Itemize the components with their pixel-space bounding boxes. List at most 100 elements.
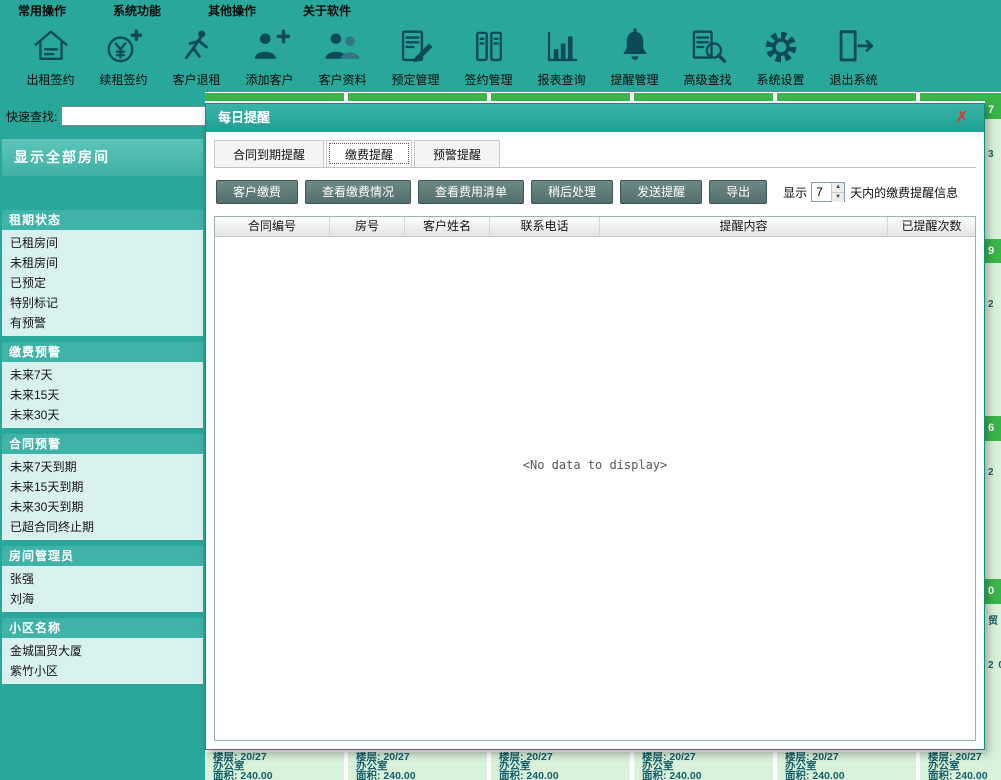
toolbar-renew-sign[interactable]: 续租签约 bbox=[87, 20, 160, 92]
menu-about[interactable]: 关于软件 bbox=[303, 2, 351, 19]
sidebar-item[interactable]: 未租房间 bbox=[2, 253, 203, 273]
toolbar-label: 系统设置 bbox=[756, 73, 804, 87]
column-customer-name[interactable]: 客户姓名 bbox=[405, 217, 490, 236]
toolbar-exit-system[interactable]: 退出系统 bbox=[817, 20, 890, 92]
toolbar-add-customer[interactable]: 添加客户 bbox=[233, 20, 306, 92]
menu-other-operations[interactable]: 其他操作 bbox=[208, 2, 256, 19]
days-label: 显示 bbox=[783, 184, 807, 201]
days-value[interactable]: 7 bbox=[812, 183, 831, 201]
dialog-titlebar: 每日提醒 ✗ bbox=[206, 104, 984, 132]
sidebar-item[interactable]: 未来7天 bbox=[2, 365, 203, 385]
sidebar-item[interactable]: 未来15天到期 bbox=[2, 477, 203, 497]
bell-icon bbox=[598, 23, 671, 71]
partial-room-column: 7 3 9 2 6 2 0 贸 2 0 bbox=[985, 101, 1001, 752]
sidebar-item[interactable]: 已预定 bbox=[2, 273, 203, 293]
room-card[interactable]: 楼层: 20/27办公室面积: 240.00 bbox=[491, 752, 630, 780]
room-body-fragment: 贸 2 0 bbox=[985, 604, 1001, 752]
sidebar-item[interactable]: 张强 bbox=[2, 569, 203, 589]
room-card[interactable]: 楼层: 20/27办公室面积: 240.00 bbox=[920, 752, 1001, 780]
room-card[interactable]: 楼层: 20/27办公室面积: 240.00 bbox=[634, 752, 773, 780]
column-reminded-count[interactable]: 已提醒次数 bbox=[888, 217, 975, 236]
column-phone[interactable]: 联系电话 bbox=[490, 217, 600, 236]
section-contract-warning: 合同预警 未来7天到期 未来15天到期 未来30天到期 已超合同终止期 bbox=[2, 434, 203, 540]
view-fee-list-button[interactable]: 查看费用清单 bbox=[418, 180, 524, 204]
gear-icon bbox=[744, 23, 817, 71]
spinner-down-icon[interactable]: ▼ bbox=[832, 192, 844, 202]
export-button[interactable]: 导出 bbox=[709, 180, 767, 204]
room-card-top bbox=[920, 93, 1001, 101]
section-room-manager: 房间管理员 张强 刘海 bbox=[2, 546, 203, 612]
section-header-community-name: 小区名称 bbox=[2, 618, 203, 638]
close-button[interactable]: ✗ bbox=[952, 104, 972, 132]
menu-bar: 常用操作 系统功能 其他操作 关于软件 bbox=[0, 0, 1001, 20]
sidebar-item[interactable]: 未来15天 bbox=[2, 385, 203, 405]
dialog-title: 每日提醒 bbox=[218, 110, 270, 125]
quick-search-label: 快速查找: bbox=[6, 108, 57, 125]
show-all-rooms-button[interactable]: 显示全部房间 bbox=[2, 139, 203, 176]
sidebar-item[interactable]: 有预警 bbox=[2, 313, 203, 333]
view-payment-status-button[interactable]: 查看缴费情况 bbox=[305, 180, 411, 204]
room-number-fragment: 7 bbox=[985, 101, 1001, 119]
toolbar-reminder-manage[interactable]: 提醒管理 bbox=[598, 20, 671, 92]
room-card-row: 楼层: 20/27办公室面积: 240.00 楼层: 20/27办公室面积: 2… bbox=[205, 752, 1001, 780]
room-body-fragment: 3 bbox=[985, 119, 1001, 239]
room-card[interactable]: 楼层: 20/27办公室面积: 240.00 bbox=[777, 752, 916, 780]
room-number-fragment: 0 bbox=[985, 579, 1001, 604]
toolbar-booking-manage[interactable]: 预定管理 bbox=[379, 20, 452, 92]
send-reminder-button[interactable]: 发送提醒 bbox=[620, 180, 702, 204]
toolbar-contract-manage[interactable]: 签约管理 bbox=[452, 20, 525, 92]
toolbar-advanced-search[interactable]: 高级查找 bbox=[671, 20, 744, 92]
section-header-payment-warning: 缴费预警 bbox=[2, 342, 203, 362]
tab-payment-reminder[interactable]: 缴费提醒 bbox=[326, 140, 412, 167]
room-card-top bbox=[205, 93, 344, 101]
toolbar-system-settings[interactable]: 系统设置 bbox=[744, 20, 817, 92]
tab-warning-reminder[interactable]: 预警提醒 bbox=[414, 140, 500, 167]
daily-reminder-dialog: 每日提醒 ✗ 合同到期提醒 缴费提醒 预警提醒 客户缴费 查看缴费情况 查看费用… bbox=[205, 103, 985, 750]
house-sign-icon bbox=[14, 23, 87, 71]
sidebar-item[interactable]: 未来30天 bbox=[2, 405, 203, 425]
room-body-fragment: 2 bbox=[985, 263, 1001, 416]
sidebar-item[interactable]: 特别标记 bbox=[2, 293, 203, 313]
yen-renew-icon bbox=[87, 23, 160, 71]
spinner-buttons: ▲ ▼ bbox=[831, 183, 844, 201]
sidebar-item[interactable]: 已租房间 bbox=[2, 233, 203, 253]
toolbar-label: 出租签约 bbox=[26, 73, 74, 87]
customer-checkout-icon bbox=[160, 23, 233, 71]
room-card[interactable]: 楼层: 20/27办公室面积: 240.00 bbox=[348, 752, 487, 780]
toolbar-label: 客户资料 bbox=[318, 73, 366, 87]
sidebar-item[interactable]: 金城国贸大厦 bbox=[2, 641, 203, 661]
room-number-fragment: 9 bbox=[985, 239, 1001, 263]
tab-contract-due[interactable]: 合同到期提醒 bbox=[214, 140, 324, 167]
add-customer-icon bbox=[233, 23, 306, 71]
toolbar-report-query[interactable]: 报表查询 bbox=[525, 20, 598, 92]
grid-header: 合同编号 房号 客户姓名 联系电话 提醒内容 已提醒次数 bbox=[215, 217, 975, 237]
section-community-name: 小区名称 金城国贸大厦 紫竹小区 bbox=[2, 618, 203, 684]
reminder-grid: 合同编号 房号 客户姓名 联系电话 提醒内容 已提醒次数 <No data to… bbox=[214, 216, 976, 741]
sidebar-item[interactable]: 紫竹小区 bbox=[2, 661, 203, 681]
sidebar-item[interactable]: 未来7天到期 bbox=[2, 457, 203, 477]
column-contract-no[interactable]: 合同编号 bbox=[215, 217, 330, 236]
room-card[interactable]: 楼层: 20/27办公室面积: 240.00 bbox=[205, 752, 344, 780]
section-header-contract-warning: 合同预警 bbox=[2, 434, 203, 454]
sidebar-item[interactable]: 已超合同终止期 bbox=[2, 517, 203, 537]
menu-system-functions[interactable]: 系统功能 bbox=[113, 2, 161, 19]
handle-later-button[interactable]: 稍后处理 bbox=[531, 180, 613, 204]
spinner-up-icon[interactable]: ▲ bbox=[832, 183, 844, 192]
sidebar-item[interactable]: 未来30天到期 bbox=[2, 497, 203, 517]
room-card-top bbox=[777, 93, 916, 101]
toolbar-rent-sign[interactable]: 出租签约 bbox=[14, 20, 87, 92]
customer-pay-button[interactable]: 客户缴费 bbox=[216, 180, 298, 204]
section-payment-warning: 缴费预警 未来7天 未来15天 未来30天 bbox=[2, 342, 203, 428]
column-reminder-content[interactable]: 提醒内容 bbox=[600, 217, 888, 236]
days-spinner[interactable]: 7 ▲ ▼ bbox=[811, 182, 845, 202]
booking-edit-icon bbox=[379, 23, 452, 71]
quick-search-input[interactable] bbox=[61, 106, 224, 126]
sidebar-item[interactable]: 刘海 bbox=[2, 589, 203, 609]
room-card-top bbox=[634, 93, 773, 101]
report-chart-icon bbox=[525, 23, 598, 71]
toolbar-label: 退出系统 bbox=[829, 73, 877, 87]
toolbar-customer-info[interactable]: 客户资料 bbox=[306, 20, 379, 92]
toolbar-customer-checkout[interactable]: 客户退租 bbox=[160, 20, 233, 92]
menu-common-operations[interactable]: 常用操作 bbox=[18, 2, 66, 19]
column-room-no[interactable]: 房号 bbox=[330, 217, 405, 236]
